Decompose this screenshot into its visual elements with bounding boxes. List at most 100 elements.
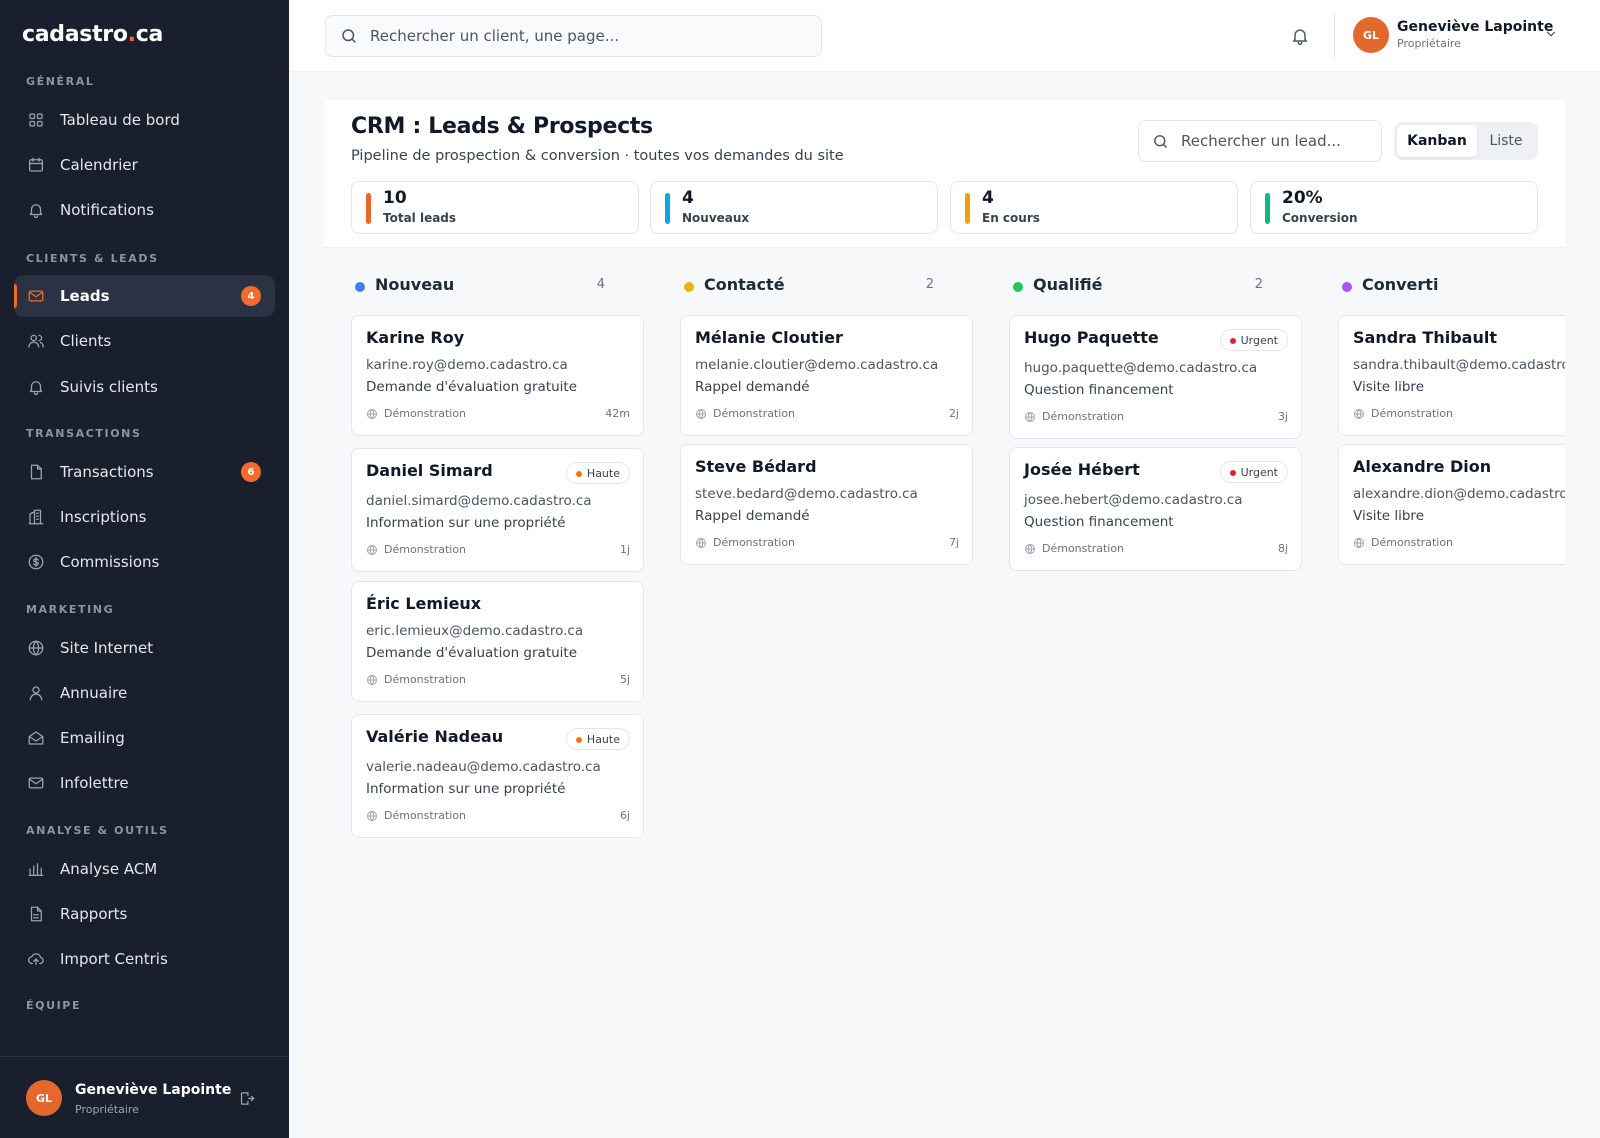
lead-card[interactable]: Mélanie Cloutier melanie.cloutier@demo.c… [680, 315, 973, 436]
page-subtitle: Pipeline de prospection & conversion · t… [351, 148, 844, 164]
lead-age: 5j [619, 673, 630, 686]
lead-request: Question financement [1024, 382, 1174, 398]
lead-age: 1j [619, 543, 630, 556]
sidebar-item-notifications[interactable]: Notifications [14, 189, 275, 231]
bar-chart-icon [27, 860, 45, 878]
lead-request: Rappel demandé [695, 508, 810, 524]
globe-icon [695, 408, 707, 420]
sidebar-item-analyse-acm[interactable]: Analyse ACM [14, 848, 275, 890]
lead-name: Josée Hébert [1024, 460, 1140, 479]
app-logo[interactable]: cadastro.ca [22, 22, 163, 47]
lead-request: Rappel demandé [695, 379, 810, 395]
lead-search-input[interactable] [1181, 132, 1371, 150]
topbar: GL Geneviève Lapointe Propriétaire [289, 0, 1600, 72]
lead-name: Steve Bédard [695, 457, 817, 476]
sidebar-item-transactions[interactable]: Transactions 6 [14, 451, 275, 493]
sidebar-item-tableau-de-bord[interactable]: Tableau de bord [14, 99, 275, 141]
sidebar-item-label: Transactions [60, 463, 154, 481]
lead-source-label: Démonstration [713, 407, 796, 420]
sidebar: cadastro.ca GÉNÉRAL Tableau de bord Cale… [0, 0, 289, 1138]
globe-icon [366, 408, 378, 420]
sidebar-section-analyse-outils: ANALYSE & OUTILS [26, 824, 169, 837]
lead-card[interactable]: Hugo Paquette Urgent hugo.paquette@demo.… [1009, 315, 1302, 439]
column-status-dot [1013, 282, 1023, 292]
lead-age: 42m [605, 407, 630, 420]
stat-card: 4 Nouveaux [650, 181, 938, 234]
lead-source: Démonstration [366, 407, 466, 420]
sidebar-item-label: Annuaire [60, 684, 128, 702]
sidebar-item-site-internet[interactable]: Site Internet [14, 627, 275, 669]
lead-source-label: Démonstration [1371, 536, 1454, 549]
count-badge: 4 [241, 286, 261, 306]
column-converti: Converti Sandra Thibault sandra.thibault… [1312, 250, 1565, 1138]
lead-email: karine.roy@demo.cadastro.ca [366, 357, 568, 373]
lead-request: Information sur une propriété [366, 515, 566, 531]
sidebar-item-inscriptions[interactable]: Inscriptions [14, 496, 275, 538]
globe-icon [1024, 543, 1036, 555]
lead-name: Éric Lemieux [366, 594, 482, 613]
sidebar-item-infolettre[interactable]: Infolettre [14, 762, 275, 804]
globe-icon [366, 810, 378, 822]
stat-card: 20% Conversion [1250, 181, 1538, 234]
chevron-down-icon [1544, 27, 1558, 41]
sidebar-item-label: Leads [60, 287, 110, 305]
sidebar-item-commissions[interactable]: Commissions [14, 541, 275, 583]
count-badge: 6 [241, 462, 261, 482]
lead-request: Visite libre [1353, 508, 1424, 524]
lead-card[interactable]: Valérie Nadeau Haute valerie.nadeau@demo… [351, 714, 644, 838]
sidebar-section-general: GÉNÉRAL [26, 75, 95, 88]
global-search-input[interactable] [370, 27, 790, 45]
lead-age: 2j [948, 407, 959, 420]
lead-card[interactable]: Alexandre Dion alexandre.dion@demo.cadas… [1338, 444, 1565, 565]
sidebar-item-suivis-clients[interactable]: Suivis clients [14, 366, 275, 408]
bell-icon [27, 378, 45, 396]
avatar: GL [1353, 17, 1389, 53]
notifications-bell-icon[interactable] [1290, 26, 1310, 46]
user-menu[interactable]: GL Geneviève Lapointe Propriétaire [1353, 17, 1565, 55]
lead-name: Karine Roy [366, 328, 465, 347]
lead-card[interactable]: Josée Hébert Urgent josee.hebert@demo.ca… [1009, 447, 1302, 571]
logout-icon[interactable] [238, 1090, 255, 1107]
lead-source: Démonstration [1353, 407, 1453, 420]
sidebar-item-clients[interactable]: Clients [14, 320, 275, 362]
bell-icon [27, 201, 45, 219]
column-header: Contacté 2 [654, 275, 946, 305]
priority-badge: Urgent [1219, 461, 1288, 483]
column-header: Qualifié 2 [983, 275, 1275, 305]
sidebar-item-rapports[interactable]: Rapports [14, 893, 275, 935]
lead-card[interactable]: Sandra Thibault sandra.thibault@demo.cad… [1338, 315, 1565, 436]
stat-label: En cours [982, 211, 1040, 225]
avatar[interactable]: GL [26, 1080, 62, 1116]
lead-source: Démonstration [366, 543, 466, 556]
list-view-button[interactable]: Liste [1477, 125, 1535, 157]
lead-card[interactable]: Éric Lemieux eric.lemieux@demo.cadastro.… [351, 581, 644, 702]
sidebar-item-import-centris[interactable]: Import Centris [14, 938, 275, 980]
global-search[interactable] [325, 15, 822, 57]
sidebar-section-equipe: ÉQUIPE [26, 999, 82, 1012]
lead-card[interactable]: Karine Roy karine.roy@demo.cadastro.ca D… [351, 315, 644, 436]
lead-email: sandra.thibault@demo.cadastro.ca [1353, 357, 1565, 373]
lead-name: Sandra Thibault [1353, 328, 1497, 347]
sidebar-item-leads[interactable]: Leads 4 [14, 275, 275, 317]
page-header: CRM : Leads & Prospects Pipeline de pros… [325, 100, 1565, 248]
sidebar-item-annuaire[interactable]: Annuaire [14, 672, 275, 714]
lead-card[interactable]: Steve Bédard steve.bedard@demo.cadastro.… [680, 444, 973, 565]
lead-search[interactable] [1138, 120, 1382, 162]
sidebar-item-label: Notifications [60, 201, 154, 219]
stat-value: 10 [383, 188, 407, 208]
lead-request: Demande d'évaluation gratuite [366, 645, 578, 661]
sidebar-item-emailing[interactable]: Emailing [14, 717, 275, 759]
file-icon [27, 463, 45, 481]
sidebar-item-calendrier[interactable]: Calendrier [14, 144, 275, 186]
sidebar-item-label: Site Internet [60, 639, 154, 657]
lead-email: hugo.paquette@demo.cadastro.ca [1024, 360, 1258, 376]
divider [1334, 12, 1335, 58]
sidebar-user-panel: GL Geneviève Lapointe Propriétaire [0, 1056, 289, 1138]
kanban-view-button[interactable]: Kanban [1397, 125, 1477, 157]
globe-icon [366, 674, 378, 686]
lead-card[interactable]: Daniel Simard Haute daniel.simard@demo.c… [351, 448, 644, 572]
globe-icon [366, 544, 378, 556]
priority-badge: Urgent [1219, 329, 1288, 351]
cloud-upload-icon [27, 950, 45, 968]
globe-icon [1353, 408, 1365, 420]
